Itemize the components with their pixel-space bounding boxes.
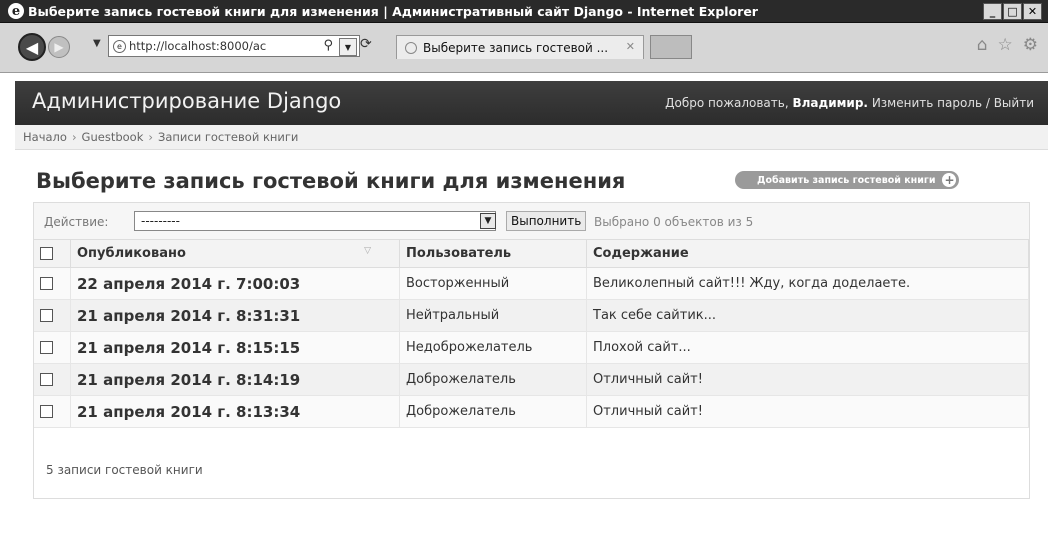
row-select-cell (34, 363, 71, 396)
close-window-button[interactable]: ✕ (1023, 3, 1042, 20)
column-header-content[interactable]: Содержание (586, 240, 1029, 268)
row-date-link[interactable]: 21 апреля 2014 г. 8:15:15 (70, 331, 400, 364)
breadcrumb-home[interactable]: Начало (23, 130, 67, 144)
browser-tab[interactable]: Выберите запись гостевой ... ✕ (396, 35, 644, 59)
row-user: Восторженный (399, 267, 587, 300)
action-select[interactable]: --------- (134, 211, 496, 231)
row-date-link[interactable]: 21 апреля 2014 г. 8:31:31 (70, 299, 400, 332)
tab-page-icon (405, 41, 417, 54)
paginator: 5 записи гостевой книги (46, 463, 203, 477)
row-content: Великолепный сайт!!! Жду, когда доделает… (586, 267, 1029, 300)
admin-header: Администрирование Django Добро пожаловат… (15, 81, 1048, 125)
row-user: Нейтральный (399, 299, 587, 332)
address-bar[interactable]: e http://localhost:8000/ac ⚲ ▼ (108, 35, 360, 57)
ie-logo-icon: e (8, 3, 24, 19)
tab-close-icon[interactable]: ✕ (626, 40, 635, 53)
row-user: Доброжелатель (399, 395, 587, 428)
change-password-link[interactable]: Изменить пароль (872, 96, 982, 110)
row-date-link[interactable]: 21 апреля 2014 г. 8:14:19 (70, 363, 400, 396)
select-all-checkbox[interactable] (40, 247, 53, 260)
logout-link[interactable]: Выйти (994, 96, 1034, 110)
row-date-link[interactable]: 21 апреля 2014 г. 8:13:34 (70, 395, 400, 428)
row-select-cell (34, 299, 71, 332)
maximize-button[interactable]: □ (1003, 3, 1022, 20)
row-select-cell (34, 331, 71, 364)
minimize-button[interactable]: _ (983, 3, 1002, 20)
actions-bar: Действие: --------- ▼ Выполнить Выбрано … (34, 203, 1029, 240)
welcome-text: Добро пожаловать, (665, 96, 793, 110)
table-row: 21 апреля 2014 г. 8:31:31 Нейтральный Та… (34, 299, 1029, 332)
column-header-published[interactable]: Опубликовано ▽ (70, 240, 400, 268)
row-checkbox[interactable] (40, 405, 53, 418)
add-entry-button[interactable]: Добавить запись гостевой книги + (735, 171, 960, 189)
site-brand[interactable]: Администрирование Django (32, 89, 341, 113)
breadcrumb-separator: › (71, 130, 77, 144)
table-row: 22 апреля 2014 г. 7:00:03 Восторженный В… (34, 267, 1029, 300)
new-tab-button[interactable] (650, 35, 692, 59)
page-title: Выберите запись гостевой книги для измен… (36, 169, 626, 193)
page-icon: e (113, 39, 126, 53)
back-arrow-icon[interactable]: ◀ (18, 33, 46, 61)
tab-title: Выберите запись гостевой ... (423, 40, 609, 55)
chevron-down-icon[interactable]: ▼ (480, 213, 496, 229)
user-tools: Добро пожаловать, Владимир. Изменить пар… (665, 96, 1034, 110)
row-checkbox[interactable] (40, 341, 53, 354)
action-label: Действие: (44, 215, 109, 229)
run-action-button[interactable]: Выполнить (506, 211, 587, 231)
sort-icon[interactable]: ▽ (364, 246, 371, 256)
breadcrumb-model: Записи гостевой книги (157, 130, 299, 144)
address-dropdown-icon[interactable]: ▼ (339, 38, 357, 56)
window-controls: _ □ ✕ (983, 3, 1042, 20)
home-icon[interactable]: ⌂ (977, 35, 988, 55)
selection-counter: Выбрано 0 объектов из 5 (594, 215, 754, 229)
plus-icon: + (942, 173, 957, 187)
row-select-cell (34, 395, 71, 428)
select-all-cell (34, 240, 71, 268)
row-checkbox[interactable] (40, 309, 53, 322)
row-date-link[interactable]: 22 апреля 2014 г. 7:00:03 (70, 267, 400, 300)
row-user: Недоброжелатель (399, 331, 587, 364)
table-header-row: Опубликовано ▽ Пользователь Содержание (34, 240, 1029, 268)
changelist: Действие: --------- ▼ Выполнить Выбрано … (33, 202, 1030, 499)
gear-icon[interactable]: ⚙ (1023, 35, 1038, 55)
forward-arrow-icon[interactable]: ▶ (48, 36, 70, 58)
address-url[interactable]: http://localhost:8000/ac (129, 39, 309, 53)
refresh-icon[interactable]: ⟳ (360, 36, 372, 52)
row-content: Плохой сайт... (586, 331, 1029, 364)
breadcrumb-separator: › (148, 130, 153, 144)
user-tools-separator: / (982, 96, 994, 110)
toolbar-icons: ⌂ ☆ ⚙ (977, 35, 1038, 55)
history-dropdown-icon[interactable]: ▼ (93, 38, 101, 49)
row-content: Так себе сайтик... (586, 299, 1029, 332)
column-header-user[interactable]: Пользователь (399, 240, 587, 268)
row-checkbox[interactable] (40, 373, 53, 386)
row-user: Доброжелатель (399, 363, 587, 396)
browser-toolbar: ◀ ▶ ▼ e http://localhost:8000/ac ⚲ ▼ ⟳ В… (0, 23, 1048, 73)
row-content: Отличный сайт! (586, 395, 1029, 428)
add-entry-label: Добавить запись гостевой книги (757, 174, 936, 186)
table-row: 21 апреля 2014 г. 8:15:15 Недоброжелател… (34, 331, 1029, 364)
result-table: Опубликовано ▽ Пользователь Содержание 22… (34, 240, 1029, 428)
table-row: 21 апреля 2014 г. 8:13:34 Доброжелатель … (34, 395, 1029, 428)
window-title: Выберите запись гостевой книги для измен… (28, 3, 758, 19)
star-icon[interactable]: ☆ (998, 35, 1013, 55)
username: Владимир. (792, 96, 868, 110)
table-row: 21 апреля 2014 г. 8:14:19 Доброжелатель … (34, 363, 1029, 396)
breadcrumb-app[interactable]: Guestbook (82, 130, 144, 144)
row-content: Отличный сайт! (586, 363, 1029, 396)
breadcrumb: Начало › Guestbook › Записи гостевой кни… (15, 125, 1048, 150)
row-checkbox[interactable] (40, 277, 53, 290)
row-select-cell (34, 267, 71, 300)
search-icon[interactable]: ⚲ (323, 38, 333, 53)
window-titlebar: e Выберите запись гостевой книги для изм… (0, 0, 1048, 23)
